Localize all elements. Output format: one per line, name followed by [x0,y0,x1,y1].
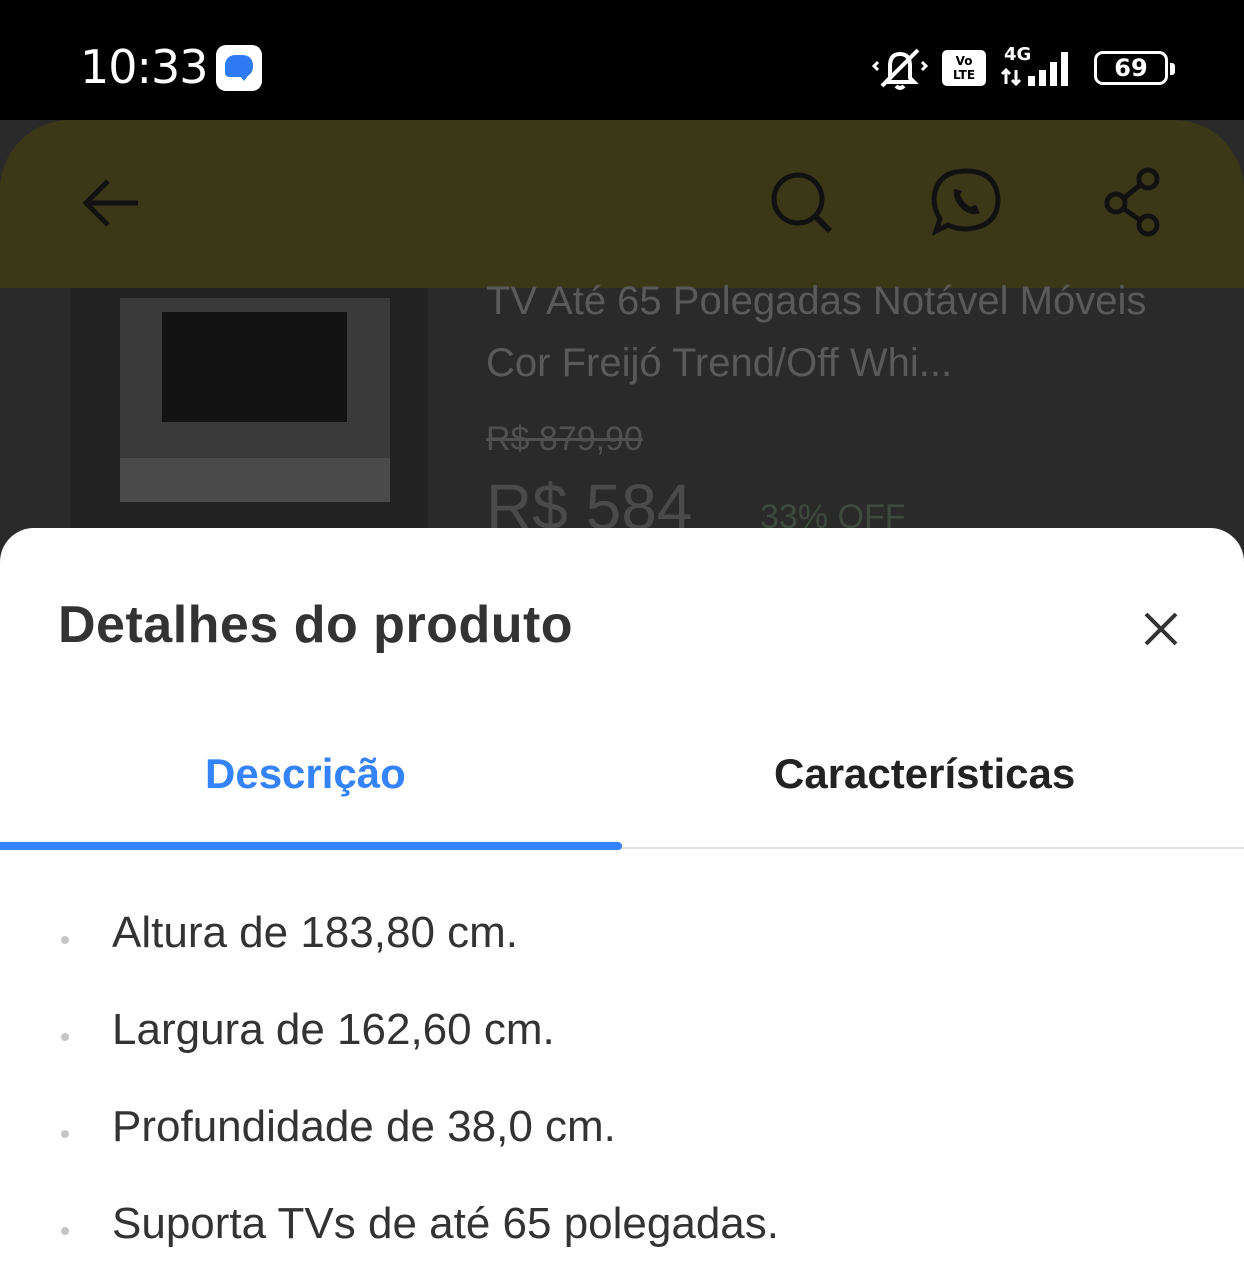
list-item: Suporta TVs de até 65 polegadas. [0,1199,1244,1280]
mute-icon [872,44,928,92]
bullet-dot [61,1130,69,1138]
svg-text:4G: 4G [1004,44,1031,65]
signal-icon: 4G [1000,44,1080,92]
messages-icon [216,45,262,91]
status-time: 10:33 [80,40,209,94]
product-title: TV Até 65 Polegadas Notável Móveis Cor F… [486,270,1206,390]
share-icon[interactable] [1102,165,1166,246]
product-details-sheet: Detalhes do produto Descrição Caracterís… [0,528,1244,1280]
list-item-text: Largura de 162,60 cm. [112,1005,555,1054]
bullet-dot [61,936,69,944]
list-item-text: Profundidade de 38,0 cm. [112,1102,616,1151]
old-price: R$ 879,90 [486,420,643,458]
product-image [70,288,428,538]
battery-icon: 69 [1094,51,1175,85]
bullet-dot [61,1033,69,1041]
volte-icon: Vo LTE [942,50,986,86]
tab-selected-indicator [0,842,622,850]
description-list: Altura de 183,80 cm. Largura de 162,60 c… [0,908,1244,1280]
search-icon[interactable] [768,165,836,246]
tab-descricao[interactable]: Descrição [205,750,406,798]
list-item-text: Suporta TVs de até 65 polegadas. [112,1199,780,1248]
bullet-dot [61,1227,69,1235]
list-item-text: Altura de 183,80 cm. [112,908,519,957]
whatsapp-icon[interactable] [930,165,1006,246]
close-icon[interactable] [1136,604,1186,654]
list-item: Altura de 183,80 cm. [0,908,1244,1005]
status-icons: Vo LTE 4G 69 [872,44,1175,92]
tab-caracteristicas[interactable]: Características [774,750,1075,798]
list-item: Profundidade de 38,0 cm. [0,1102,1244,1199]
product-title-text: TV Até 65 Polegadas Notável Móveis Cor F… [486,279,1147,385]
list-item: Largura de 162,60 cm. [0,1005,1244,1102]
sheet-title: Detalhes do produto [58,596,574,654]
back-arrow-icon[interactable] [80,165,144,246]
status-bar: 10:33 Vo LTE 4G 69 [0,0,1244,130]
app-header [0,120,1244,288]
